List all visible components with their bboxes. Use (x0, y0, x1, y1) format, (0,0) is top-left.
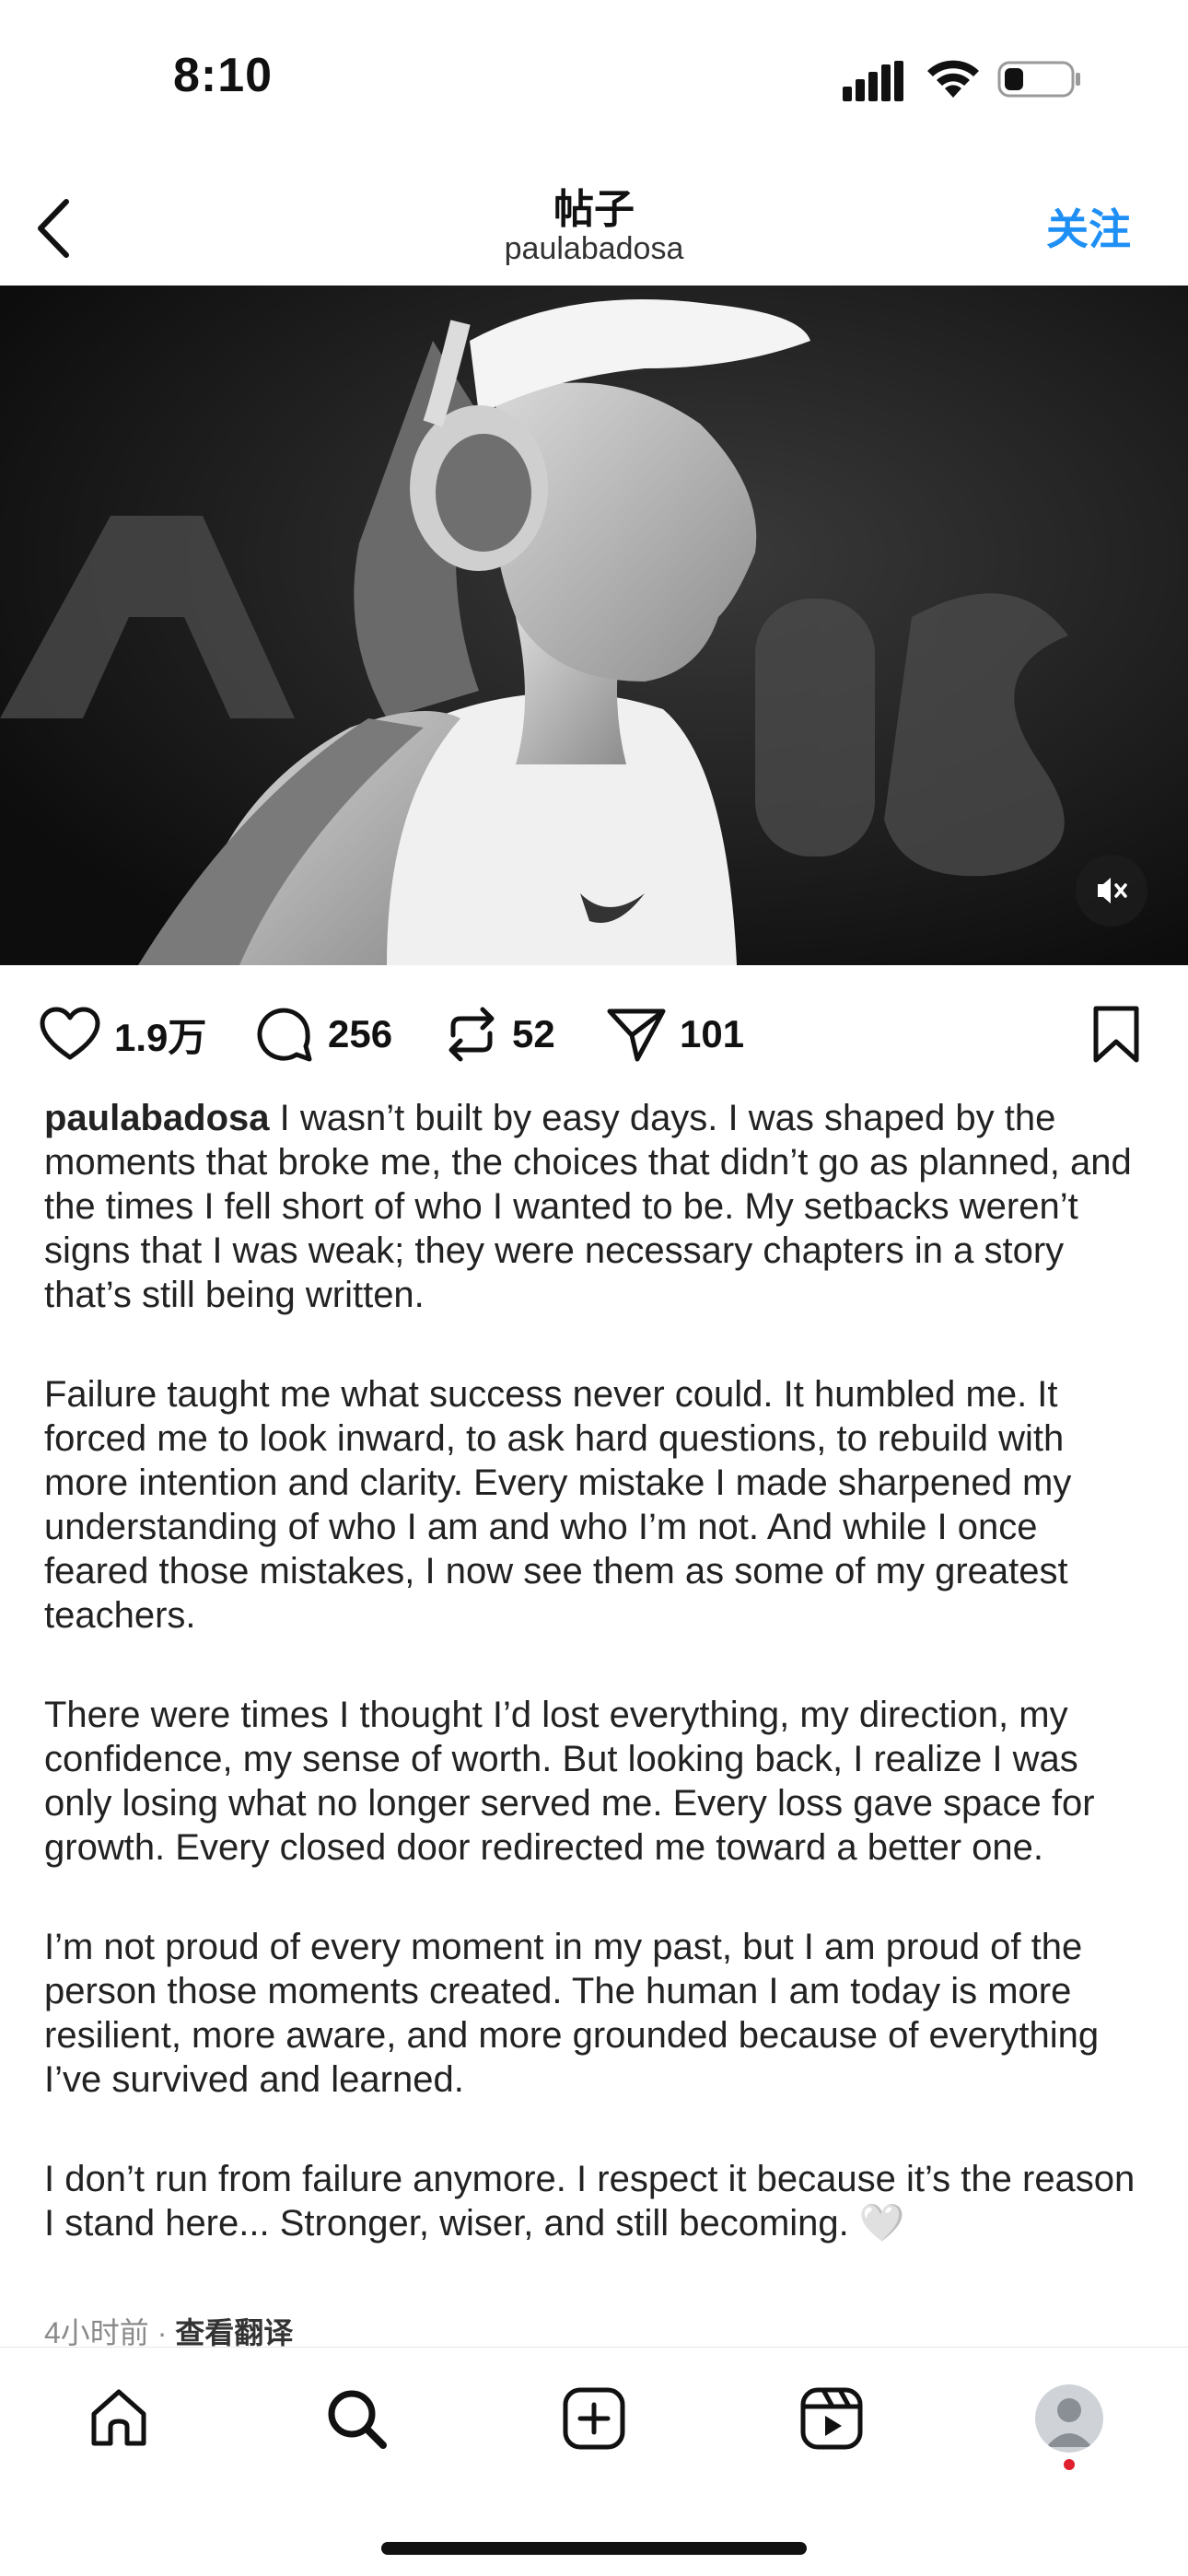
post-username[interactable]: paulabadosa (0, 231, 1188, 267)
post-caption: paulabadosa I wasn’t built by easy days.… (44, 1096, 1149, 2301)
like-count: 1.9万 (114, 1015, 207, 1059)
notification-dot (1064, 2459, 1075, 2470)
home-indicator (381, 2542, 807, 2555)
post-timestamp: 4小时前 (44, 2316, 149, 2349)
tab-home[interactable] (77, 2377, 160, 2460)
caption-paragraph-2: Failure taught me what success never cou… (44, 1374, 1072, 1636)
reels-icon (800, 2387, 863, 2450)
post-image[interactable] (0, 286, 1188, 965)
tab-reels[interactable] (790, 2377, 873, 2460)
mute-button[interactable] (1076, 855, 1147, 927)
post-photo (0, 286, 1188, 965)
battery-icon (997, 61, 1080, 98)
post-actions: 1.9万 256 52 101 (0, 965, 1188, 1099)
tab-create[interactable] (553, 2377, 635, 2460)
see-translation-link[interactable]: 查看翻译 (175, 2316, 293, 2349)
bookmark-icon[interactable] (1090, 1005, 1142, 1064)
create-icon (563, 2387, 625, 2450)
send-icon[interactable] (606, 1006, 667, 1063)
share-action[interactable]: 101 (606, 1002, 744, 1067)
post-header: 帖子 paulabadosa 关注 (0, 161, 1188, 286)
wifi-icon (927, 60, 979, 98)
follow-button[interactable]: 关注 (1046, 196, 1131, 257)
comment-count: 256 (328, 1012, 393, 1055)
caption-author[interactable]: paulabadosa (44, 1098, 270, 1138)
home-icon (91, 2389, 146, 2446)
profile-avatar (1035, 2384, 1103, 2453)
meta-separator: · (157, 2316, 168, 2349)
tab-search[interactable] (315, 2377, 398, 2460)
save-action[interactable] (1090, 1002, 1142, 1067)
search-icon (328, 2390, 387, 2449)
share-count: 101 (680, 1012, 745, 1055)
caption-paragraph-1: paulabadosa I wasn’t built by easy days.… (44, 1098, 1132, 1315)
repost-action[interactable]: 52 (444, 1002, 555, 1067)
tab-profile[interactable] (1028, 2377, 1111, 2460)
comment-action[interactable]: 256 (254, 1002, 392, 1067)
repost-count: 52 (512, 1012, 555, 1055)
page-title: 帖子 (553, 187, 635, 232)
repost-icon[interactable] (444, 1004, 499, 1065)
status-time: 8:10 (173, 49, 274, 102)
speaker-muted-icon (1098, 878, 1127, 903)
like-action[interactable]: 1.9万 (39, 1002, 206, 1067)
comment-icon[interactable] (254, 1004, 315, 1065)
caption-paragraph-3: There were times I thought I’d lost ever… (44, 1695, 1095, 1868)
caption-paragraph-4: I’m not proud of every moment in my past… (44, 1927, 1100, 2100)
heart-icon[interactable] (39, 1006, 101, 1063)
status-bar: 8:10 (0, 0, 1188, 161)
cellular-signal-icon (843, 61, 903, 101)
caption-paragraph-5: I don’t run from failure anymore. I resp… (44, 2159, 1136, 2244)
